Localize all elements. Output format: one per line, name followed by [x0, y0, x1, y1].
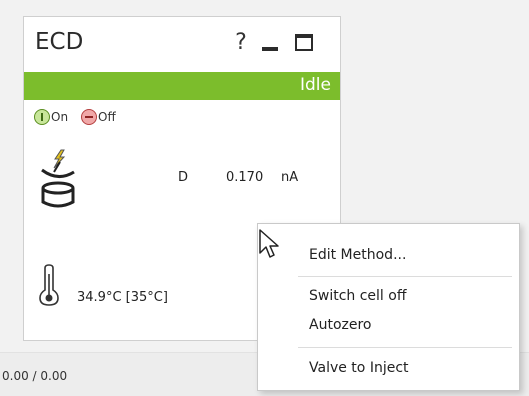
context-menu: Edit Method... Switch cell off Autozero …	[257, 223, 520, 391]
electrochemical-cell-icon	[41, 149, 75, 208]
maximize-icon	[295, 33, 313, 51]
module-title: ECD	[35, 29, 84, 55]
menu-item-valve-to-inject[interactable]: Valve to Inject	[309, 360, 509, 376]
minimize-icon	[262, 47, 278, 51]
help-button[interactable]: ?	[230, 28, 252, 56]
maximize-button[interactable]	[292, 28, 316, 56]
thermometer-icon	[39, 264, 59, 306]
on-label: On	[51, 110, 69, 124]
status-bar-idle: Idle	[24, 72, 340, 100]
menu-separator	[298, 276, 512, 277]
temperature-value: 34.9°C [35°C]	[77, 290, 168, 305]
screen: 0.00 / 0.00 ECD ? Idle On Off D 0.170 nA…	[0, 0, 529, 396]
menu-item-autozero[interactable]: Autozero	[309, 317, 509, 333]
status-text: 0.00 / 0.00	[2, 369, 68, 383]
power-off-icon	[81, 109, 97, 125]
mouse-cursor-icon	[259, 229, 279, 258]
cell-off-button[interactable]: Off	[81, 109, 116, 125]
module-state: Idle	[300, 75, 331, 95]
menu-item-switch-cell-off[interactable]: Switch cell off	[309, 288, 509, 304]
menu-separator	[298, 347, 512, 348]
power-on-icon	[34, 109, 50, 125]
menu-item-edit-method[interactable]: Edit Method...	[309, 247, 509, 263]
signal-value: 0.170	[226, 170, 264, 185]
off-label: Off	[98, 110, 116, 124]
question-icon: ?	[235, 29, 247, 55]
minimize-button[interactable]	[258, 28, 282, 56]
signal-unit: nA	[281, 170, 299, 185]
signal-name: D	[178, 170, 189, 185]
cell-on-button[interactable]: On	[34, 109, 68, 125]
